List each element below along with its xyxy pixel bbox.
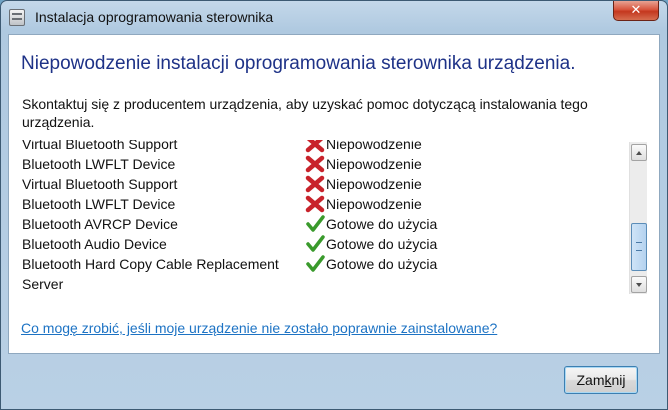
device-status-text: Niepowodzenie	[326, 196, 422, 212]
error-x-icon	[305, 155, 325, 173]
device-status-text: Niepowodzenie	[326, 156, 422, 172]
scroll-thumb[interactable]	[631, 223, 647, 271]
device-name: Bluetooth LWFLT Device	[22, 196, 176, 212]
device-name: Bluetooth Audio Device	[22, 236, 167, 252]
device-status: Gotowe do użycia	[306, 214, 438, 234]
list-item: Bluetooth LWFLT Device Niepowodzenie	[22, 194, 622, 214]
device-status: Gotowe do użycia	[306, 234, 438, 254]
device-name: Virtual Bluetooth Support	[22, 140, 178, 152]
device-status-text: Niepowodzenie	[326, 176, 422, 192]
list-item: Virtual Bluetooth Support Niepowodzenie	[22, 140, 622, 154]
list-item: Bluetooth LWFLT Device Niepowodzenie	[22, 154, 622, 174]
close-button-label-a: Zam	[576, 372, 605, 388]
dialog-window: Instalacja oprogramowania sterownika ✕ N…	[0, 0, 668, 410]
device-status: Niepowodzenie	[305, 194, 422, 214]
device-status: Niepowodzenie	[305, 154, 422, 174]
checkmark-icon	[305, 215, 325, 233]
checkmark-icon	[305, 235, 325, 253]
device-name: Bluetooth AVRCP Device	[22, 216, 178, 232]
device-name: Bluetooth LWFLT Device	[22, 156, 176, 172]
window-title: Instalacja oprogramowania sterownika	[35, 9, 274, 25]
error-x-icon	[305, 175, 325, 193]
page-title: Niepowodzenie instalacji oprogramowania …	[21, 53, 576, 74]
checkmark-icon	[305, 255, 325, 273]
close-button[interactable]: Zamknij	[564, 366, 638, 394]
list-item: Virtual Bluetooth Support Niepowodzenie	[22, 174, 622, 194]
device-name: Server	[22, 276, 64, 292]
list-item: Bluetooth AVRCP Device Gotowe do użycia	[22, 214, 622, 234]
device-list[interactable]: Virtual Bluetooth Support Niepowodzenie Bl…	[9, 140, 649, 299]
device-name: Virtual Bluetooth Support	[22, 176, 178, 192]
device-status-text: Niepowodzenie	[326, 140, 422, 152]
help-link[interactable]: Co mogę zrobić, jeśli moje urządzenie ni…	[21, 320, 497, 336]
instruction-text: Skontaktuj się z producentem urządzenia,…	[22, 96, 588, 130]
error-x-icon	[305, 140, 325, 153]
list-item: Server	[22, 274, 622, 294]
device-status: Gotowe do użycia	[306, 254, 438, 274]
content-panel: Niepowodzenie instalacji oprogramowania …	[8, 34, 660, 354]
list-item: Bluetooth Hard Copy Cable Replacement Got…	[22, 254, 622, 274]
scroll-down-arrow-icon[interactable]	[631, 276, 647, 293]
close-button-label-b: nij	[611, 372, 626, 388]
title-bar[interactable]: Instalacja oprogramowania sterownika ✕	[1, 1, 667, 33]
scroll-up-arrow-icon[interactable]	[631, 144, 647, 161]
title-close-button[interactable]: ✕	[613, 1, 659, 21]
device-status: Niepowodzenie	[305, 174, 422, 194]
device-status-text: Gotowe do użycia	[326, 256, 438, 272]
device-status: Niepowodzenie	[305, 140, 422, 154]
driver-icon	[9, 9, 25, 26]
device-status-text: Gotowe do użycia	[326, 236, 438, 252]
list-item: Bluetooth Audio Device Gotowe do użycia	[22, 234, 622, 254]
device-status-text: Gotowe do użycia	[326, 216, 438, 232]
error-x-icon	[305, 195, 325, 213]
list-scrollbar[interactable]	[629, 142, 647, 294]
device-name: Bluetooth Hard Copy Cable Replacement	[22, 256, 279, 272]
